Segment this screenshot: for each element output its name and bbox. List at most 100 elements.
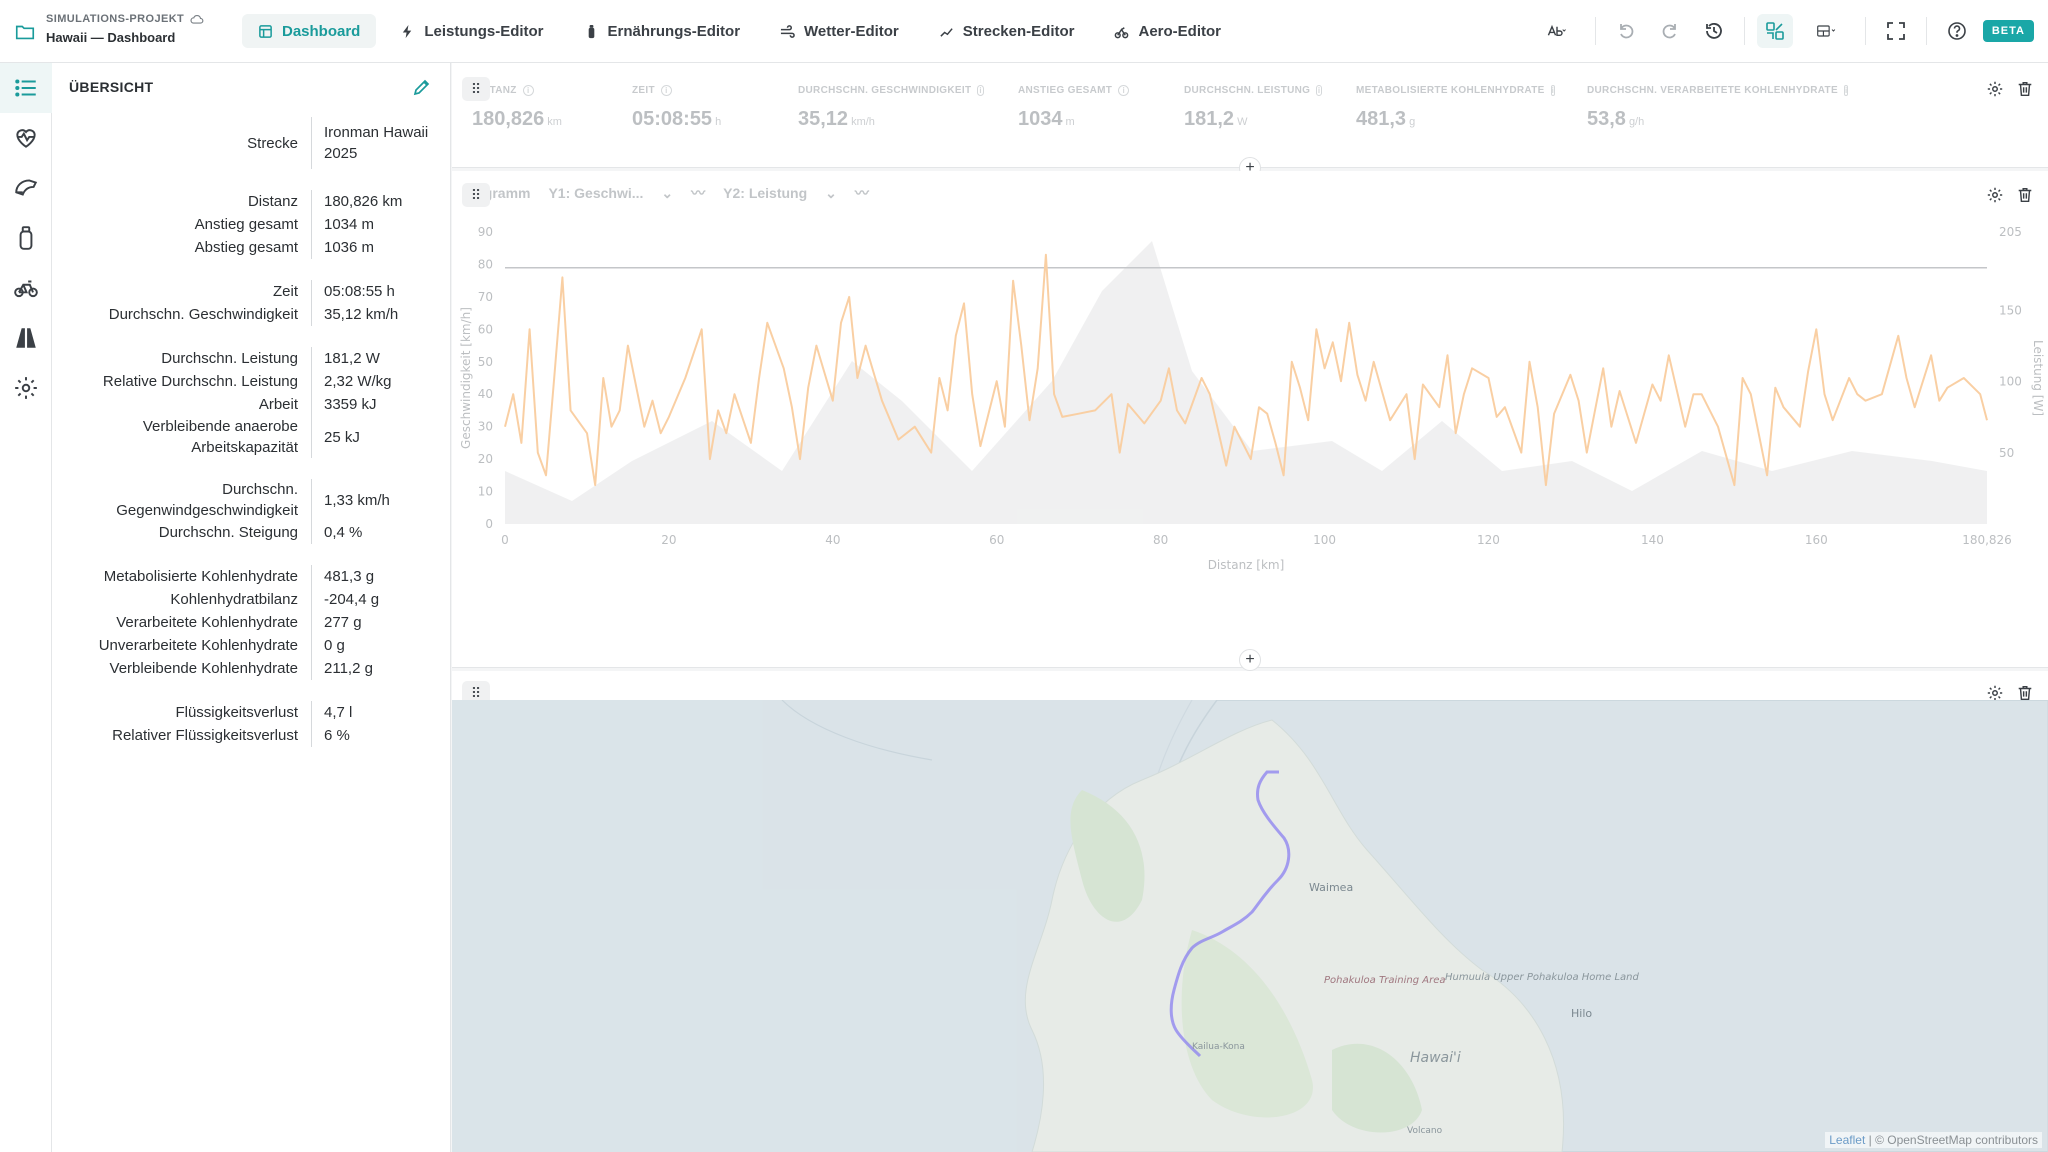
speed-power-chart[interactable]: 0 20 40 60 80 100 120 140 160 180,826 0 10 20 30 40 50 6… bbox=[452, 171, 2048, 668]
kpi-value: 53,8 g/h bbox=[1587, 108, 1813, 131]
rail-item-health[interactable] bbox=[0, 113, 52, 163]
kpi-unit: km/h bbox=[851, 116, 875, 128]
rail-item-road[interactable] bbox=[0, 313, 52, 363]
history-button[interactable] bbox=[1696, 14, 1732, 48]
kpi-number: 180,826 bbox=[472, 108, 545, 130]
y-tick-label: 60 bbox=[478, 322, 493, 336]
kpi-unit: m bbox=[1065, 116, 1075, 128]
info-icon[interactable]: i bbox=[1550, 85, 1556, 96]
info-icon[interactable]: i bbox=[1118, 85, 1130, 96]
x-tick-label: 60 bbox=[989, 533, 1004, 547]
leaflet-link[interactable]: Leaflet bbox=[1829, 1133, 1865, 1147]
tab-label: Strecken-Editor bbox=[962, 22, 1075, 40]
kpi-value: 35,12 km/h bbox=[798, 108, 984, 131]
project-header[interactable]: SIMULATIONS-PROJEKT Hawaii — Dashboard bbox=[14, 13, 204, 45]
overview-row: Anstieg gesamt 1034 m bbox=[52, 213, 451, 236]
overview-label: Durchschn. Leistung bbox=[52, 347, 312, 370]
info-icon[interactable]: i bbox=[1316, 85, 1322, 96]
y2-tick-label: 100 bbox=[1999, 375, 2022, 389]
kpi-label: ZEIT i bbox=[632, 85, 764, 96]
kpi-label: ANSTIEG GESAMT i bbox=[1018, 85, 1150, 96]
undo-button[interactable] bbox=[1608, 14, 1644, 48]
bottle-icon bbox=[588, 24, 594, 38]
info-icon[interactable]: i bbox=[977, 85, 984, 96]
layout-dropdown[interactable] bbox=[1801, 14, 1853, 48]
edit-layout-button[interactable] bbox=[1756, 14, 1793, 48]
dashboard-canvas: DISTANZ i 180,826 km ZEIT i 05:08:55 h DURCHSCHN… bbox=[452, 63, 2048, 1152]
overview-row: Verarbeitete Kohlenhydrate 277 g bbox=[52, 611, 451, 634]
add-widget-button[interactable]: + bbox=[1239, 649, 1261, 671]
fullscreen-button[interactable] bbox=[1878, 14, 1914, 48]
help-icon bbox=[1948, 22, 1966, 40]
folder-icon bbox=[15, 25, 35, 40]
overview-row: Durchschn. Steigung 0,4 % bbox=[52, 521, 451, 544]
tab-strecken-editor[interactable]: Strecken-Editor bbox=[923, 14, 1091, 48]
y-tick-label: 50 bbox=[478, 355, 493, 369]
widget-delete-button[interactable] bbox=[2012, 76, 2038, 102]
x-tick-label: 160 bbox=[1805, 533, 1828, 547]
rail-item-helmet[interactable] bbox=[0, 163, 52, 213]
text-style-dropdown[interactable] bbox=[1531, 14, 1583, 48]
editor-tabs: Dashboard Leistungs-Editor Ernährungs-Ed… bbox=[242, 14, 1237, 48]
overview-label: Durchschn. Gegenwindgeschwindigkeit bbox=[52, 479, 312, 521]
overview-value: 4,7 l bbox=[324, 704, 353, 721]
kpi-label-text: ANSTIEG GESAMT bbox=[1018, 85, 1113, 96]
kpi-value: 1034 m bbox=[1018, 108, 1150, 131]
help-button[interactable] bbox=[1939, 14, 1975, 48]
tab-wetter-editor[interactable]: Wetter-Editor bbox=[764, 14, 915, 48]
y-tick-label: 30 bbox=[478, 420, 493, 434]
rail-item-settings[interactable] bbox=[0, 363, 52, 413]
x-tick-label: 180,826 bbox=[1962, 533, 2012, 547]
overview-value: 180,826 km bbox=[324, 193, 403, 210]
map-label: Volcano bbox=[1407, 1126, 1443, 1136]
tab-ernaehrungs-editor[interactable]: Ernährungs-Editor bbox=[568, 14, 757, 48]
kpi-unit: km bbox=[547, 116, 562, 128]
overview-value: 3359 kJ bbox=[324, 396, 377, 413]
tab-leistungs-editor[interactable]: Leistungs-Editor bbox=[384, 14, 559, 48]
kpi-item: ZEIT i 05:08:55 h bbox=[632, 85, 798, 131]
kpi-label-text: DURCHSCHN. LEISTUNG bbox=[1184, 85, 1311, 96]
widget-settings-button[interactable] bbox=[1982, 76, 2008, 102]
top-bar: SIMULATIONS-PROJEKT Hawaii — Dashboard D… bbox=[0, 0, 2048, 63]
kpi-unit: g bbox=[1409, 116, 1416, 128]
list-icon bbox=[15, 79, 36, 97]
divider bbox=[1925, 17, 1927, 45]
map-label: Waimea bbox=[1309, 881, 1353, 894]
kpi-item: DURCHSCHN. GESCHWINDIGKEIT i 35,12 km/h bbox=[798, 85, 1018, 131]
redo-button[interactable] bbox=[1652, 14, 1688, 48]
rail-item-bike[interactable] bbox=[0, 263, 52, 313]
kpi-number: 1034 bbox=[1018, 108, 1063, 130]
overview-value: 6 % bbox=[324, 727, 350, 744]
info-icon[interactable]: i bbox=[522, 85, 534, 96]
kpi-item: ANSTIEG GESAMT i 1034 m bbox=[1018, 85, 1184, 131]
x-tick-label: 120 bbox=[1477, 533, 1500, 547]
project-title: Hawaii — Dashboard bbox=[46, 30, 176, 45]
project-kicker: SIMULATIONS-PROJEKT bbox=[46, 13, 204, 25]
pencil-icon[interactable] bbox=[412, 77, 432, 97]
map-label: Kailua-Kona bbox=[1192, 1042, 1245, 1052]
heart-rate-icon bbox=[16, 129, 36, 148]
redo-icon bbox=[1662, 24, 1676, 39]
drag-handle[interactable]: ⠿ bbox=[462, 77, 490, 101]
overview-value: 1036 m bbox=[324, 239, 375, 256]
rail-item-overview[interactable] bbox=[0, 63, 52, 113]
info-icon[interactable]: i bbox=[1843, 85, 1849, 96]
overview-value: 181,2 W bbox=[324, 350, 380, 367]
overview-label: Distanz bbox=[52, 190, 312, 213]
kpi-value: 05:08:55 h bbox=[632, 108, 764, 131]
tab-dashboard[interactable]: Dashboard bbox=[242, 14, 377, 48]
tab-aero-editor[interactable]: Aero-Editor bbox=[1098, 14, 1237, 48]
kpi-item: DISTANZ i 180,826 km bbox=[472, 85, 632, 131]
kpi-row: DISTANZ i 180,826 km ZEIT i 05:08:55 h DURCHSCHN… bbox=[472, 85, 1849, 131]
divider bbox=[1864, 17, 1866, 45]
overview-row: Flüssigkeitsverlust 4,7 l bbox=[52, 701, 451, 724]
info-icon[interactable]: i bbox=[660, 85, 672, 96]
x-tick-label: 40 bbox=[825, 533, 840, 547]
overview-label: Strecke bbox=[52, 117, 312, 169]
map-tiles: Waimea Pohakuloa Training Area Humuula U… bbox=[452, 699, 2048, 1152]
overview-value: 25 kJ bbox=[324, 428, 360, 446]
overview-row: Arbeit 3359 kJ bbox=[52, 393, 451, 416]
route-map[interactable]: Waimea Pohakuloa Training Area Humuula U… bbox=[452, 699, 2048, 1152]
kpi-label-text: ZEIT bbox=[632, 85, 655, 96]
rail-item-nutrition[interactable] bbox=[0, 213, 52, 263]
